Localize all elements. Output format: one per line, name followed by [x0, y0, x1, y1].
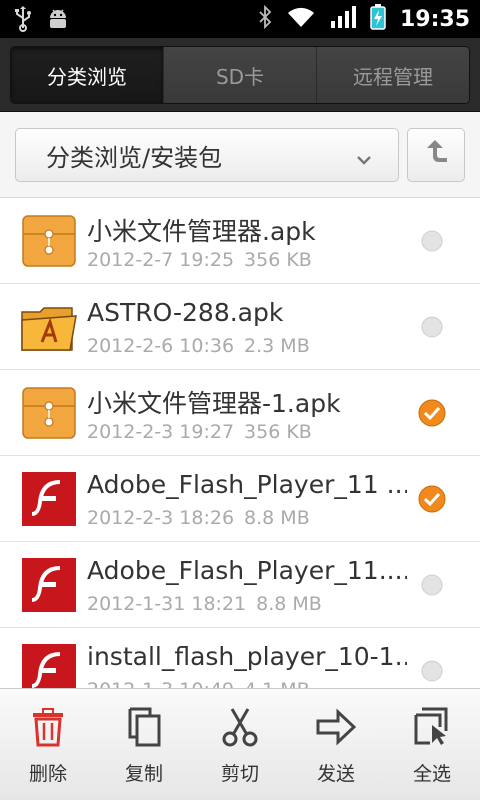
path-dropdown[interactable]: 分类浏览/安装包 [15, 128, 399, 182]
file-meta: 2012-1-31 18:21 8.8 MB [87, 593, 332, 615]
bluetooth-icon [258, 4, 272, 33]
file-size: 4.1 MB [244, 679, 310, 688]
copy-button[interactable]: 复制 [96, 689, 192, 800]
copy-label: 复制 [124, 763, 163, 785]
send-button[interactable]: 发送 [288, 689, 384, 800]
signal-icon [330, 5, 356, 33]
file-meta: 2012-2-3 18:26 8.8 MB [87, 507, 320, 529]
flash-icon [20, 470, 78, 528]
file-name: 小米文件管理器-1.apk [87, 389, 341, 418]
tab-sd-card[interactable]: SD卡 [164, 47, 317, 103]
usb-icon [14, 6, 32, 36]
cut-label: 剪切 [220, 763, 259, 785]
send-label: 发送 [316, 763, 355, 785]
file-meta: 2012-2-3 19:27 356 KB [87, 421, 322, 443]
list-item[interactable]: install_flash_player_10-1... 2012-1-3 10… [0, 628, 480, 688]
select-checkbox-checked[interactable] [418, 485, 446, 513]
file-name: 小米文件管理器.apk [87, 217, 316, 246]
select-all-label: 全选 [412, 763, 451, 785]
file-name: install_flash_player_10-1... [87, 642, 407, 671]
file-meta: 2012-1-3 10:49 4.1 MB [87, 679, 320, 688]
action-bar: 删除 复制 剪切 发送 全选 [0, 688, 480, 800]
send-icon [316, 707, 357, 751]
list-item[interactable]: Adobe_Flash_Player_11 ... 2012-2-3 18:26… [0, 456, 480, 542]
delete-button[interactable]: 删除 [0, 689, 96, 800]
file-date: 2012-1-31 18:21 [87, 593, 247, 615]
file-date: 2012-2-3 19:27 [87, 421, 235, 443]
flash-icon [20, 642, 78, 688]
file-meta: 2012-2-7 19:25 356 KB [87, 249, 322, 271]
tab-category-browse[interactable]: 分类浏览 [11, 47, 164, 103]
select-checkbox[interactable] [418, 227, 446, 255]
tab-remote-manage[interactable]: 远程管理 [317, 47, 469, 103]
up-level-button[interactable] [407, 128, 465, 182]
path-bar: 分类浏览/安装包 [0, 112, 480, 198]
file-list[interactable]: 小米文件管理器.apk 2012-2-7 19:25 356 KB ASTRO-2… [0, 198, 480, 688]
flash-icon [20, 556, 78, 614]
tab-bar: 分类浏览 SD卡 远程管理 [0, 38, 480, 112]
status-bar: 19:35 [0, 0, 480, 38]
package-icon [20, 384, 78, 442]
file-size: 356 KB [244, 249, 312, 271]
select-checkbox[interactable] [418, 657, 446, 685]
copy-icon [124, 707, 164, 751]
list-item[interactable]: 小米文件管理器.apk 2012-2-7 19:25 356 KB [0, 198, 480, 284]
clock: 19:35 [399, 6, 470, 32]
file-size: 2.3 MB [244, 335, 310, 357]
file-date: 2012-2-7 19:25 [87, 249, 235, 271]
file-date: 2012-2-6 10:36 [87, 335, 235, 357]
file-name: Adobe_Flash_Player_11 ... [87, 470, 407, 499]
cut-button[interactable]: 剪切 [192, 689, 288, 800]
scissors-icon [220, 707, 260, 751]
astro-folder-icon [20, 298, 78, 356]
file-size: 8.8 MB [244, 507, 310, 529]
file-date: 2012-1-3 10:49 [87, 679, 234, 688]
select-checkbox[interactable] [418, 571, 446, 599]
battery-charging-icon [370, 4, 386, 34]
select-all-icon [412, 707, 452, 751]
select-checkbox-checked[interactable] [418, 399, 446, 427]
file-date: 2012-2-3 18:26 [87, 507, 235, 529]
list-item[interactable]: 小米文件管理器-1.apk 2012-2-3 19:27 356 KB [0, 370, 480, 456]
package-icon [20, 212, 78, 270]
list-item[interactable]: Adobe_Flash_Player_11.... 2012-1-31 18:2… [0, 542, 480, 628]
file-size: 8.8 MB [256, 593, 322, 615]
delete-label: 删除 [28, 763, 67, 785]
trash-icon [28, 707, 68, 751]
path-label: 分类浏览/安装包 [46, 143, 223, 172]
file-size: 356 KB [244, 421, 312, 443]
android-debug-icon [46, 7, 70, 35]
select-all-button[interactable]: 全选 [384, 689, 480, 800]
file-name: Adobe_Flash_Player_11.... [87, 556, 407, 585]
tab-group: 分类浏览 SD卡 远程管理 [10, 46, 470, 104]
wifi-icon [286, 5, 316, 33]
up-arrow-icon [421, 138, 451, 172]
list-item[interactable]: ASTRO-288.apk 2012-2-6 10:36 2.3 MB [0, 284, 480, 370]
file-meta: 2012-2-6 10:36 2.3 MB [87, 335, 320, 357]
select-checkbox[interactable] [418, 313, 446, 341]
file-name: ASTRO-288.apk [87, 298, 284, 327]
chevron-down-icon [356, 146, 372, 174]
